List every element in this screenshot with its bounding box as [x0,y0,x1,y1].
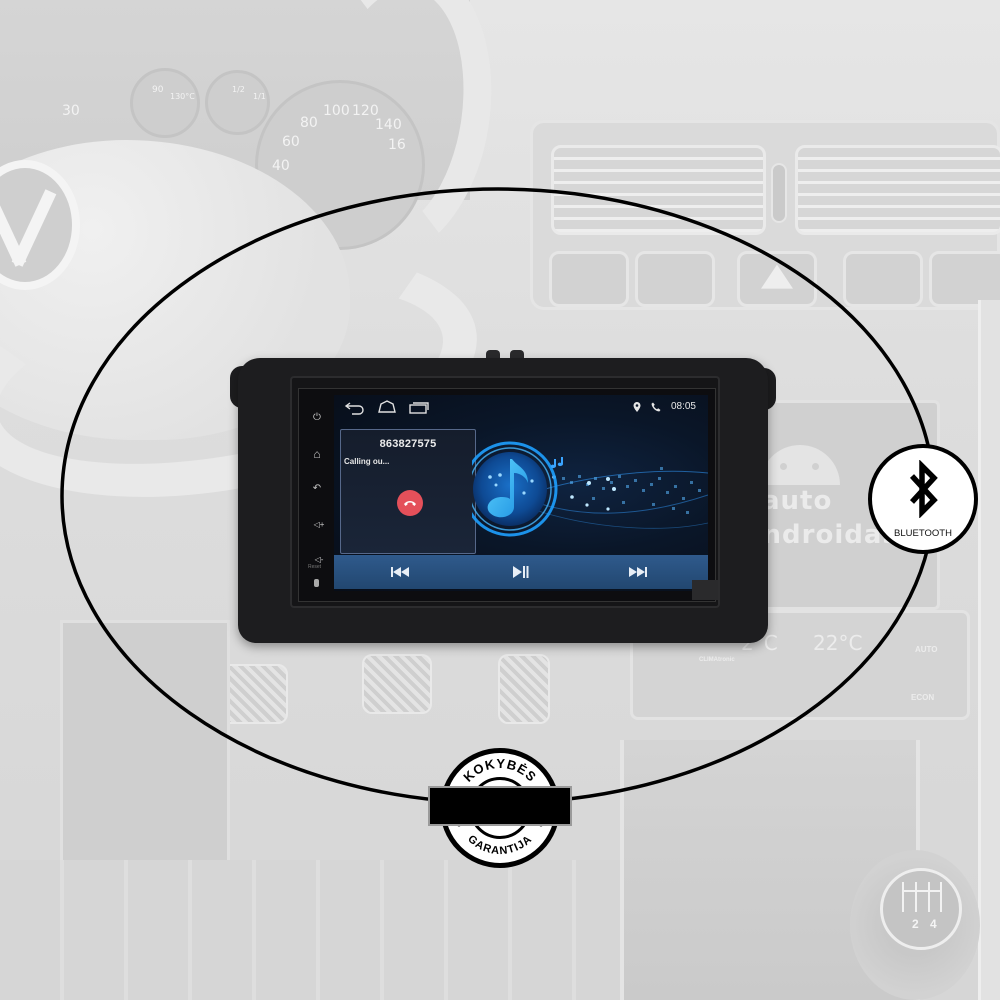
back-icon[interactable]: ↶ [309,482,325,496]
car-head-unit: ⏻ ⌂ ↶ ◁+ ◁- Reset 08:05 863827575 Callin… [230,350,776,643]
small-music-note-icon [550,457,563,469]
microphone-icon [314,579,319,587]
temp-tick-90: 90 [152,85,164,95]
lower-dash-panel [60,620,230,880]
console-button [843,251,923,307]
speed-tick-60: 60 [282,134,300,150]
music-visualizer-art [472,441,708,537]
climate-auto-label: AUTO [915,645,938,654]
nav-recents-icon[interactable] [408,399,430,415]
climate-right-temp: 22°C [813,631,863,655]
call-status: Calling ou... [344,457,390,466]
air-vent-left [551,145,766,235]
previous-track-icon [391,567,409,577]
svg-text:KOKYBĖS: KOKYBĖS [460,756,539,785]
fuel-tick-half: 1/2 [232,85,245,94]
play-pause-button[interactable] [511,564,531,580]
badge-redacted-bar [428,786,572,826]
speed-tick-40: 40 [272,158,290,174]
status-icons: 08:05 [633,401,696,412]
home-icon[interactable]: ⌂ [309,447,325,461]
air-vent-right [795,145,1000,235]
vent-wheel [771,163,787,223]
bluetooth-label: BLUETOOTH [894,528,952,539]
fuel-gauge [205,70,270,135]
gear-labels: 2 4 [912,917,941,931]
console-button [549,251,629,307]
next-track-button[interactable] [628,564,648,580]
climate-brand: CLIMAtronic [699,657,735,663]
fuel-tick-full: 1/1 [253,92,266,101]
end-call-icon [404,501,416,506]
outgoing-call-dialog: 863827575 Calling ou... [340,429,476,554]
center-console-vents [530,120,1000,310]
reset-label[interactable]: Reset [308,564,321,570]
climate-econ-label: ECON [911,693,935,702]
nav-back-icon[interactable] [344,399,366,415]
door-trim [978,300,1000,1000]
speed-tick-30: 30 [62,103,80,119]
svg-text:GARANTIJA: GARANTIJA [465,833,534,857]
pedal [498,654,550,724]
location-icon [633,401,641,412]
pedal [362,654,432,714]
power-icon[interactable]: ⏻ [309,411,325,425]
side-hardware-keys: ⏻ ⌂ ↶ ◁+ ◁- Reset [306,398,328,598]
previous-track-button[interactable] [390,564,410,580]
temp-tick-130: 130°C [170,92,195,101]
android-status-bar: 08:05 [334,395,708,421]
badge-top-text: KOKYBĖS [460,756,538,785]
call-phone-number: 863827575 [379,438,437,450]
volume-up-icon[interactable]: ◁+ [309,518,329,532]
media-control-bar [334,555,708,589]
floor-mat [0,860,620,1000]
bluetooth-badge: BLUETOOTH [868,444,978,554]
hang-up-button[interactable] [397,490,423,516]
hazard-icon [761,264,793,289]
phone-icon [651,402,661,411]
console-button [929,251,1000,307]
clock: 08:05 [670,401,696,412]
badge-bottom-text: GARANTIJA [465,833,533,857]
nav-home-icon[interactable] [376,399,398,415]
touchscreen[interactable]: 08:05 863827575 Calling ou... [334,395,708,591]
card-slot [692,580,718,600]
console-button [635,251,715,307]
hazard-button [737,251,817,307]
brand-logo-line1: auto [762,486,833,516]
bluetooth-icon [909,460,938,518]
gear-pattern-icon [902,882,942,912]
play-pause-icon [513,566,529,578]
next-track-icon [629,567,647,577]
temperature-gauge [130,68,200,138]
